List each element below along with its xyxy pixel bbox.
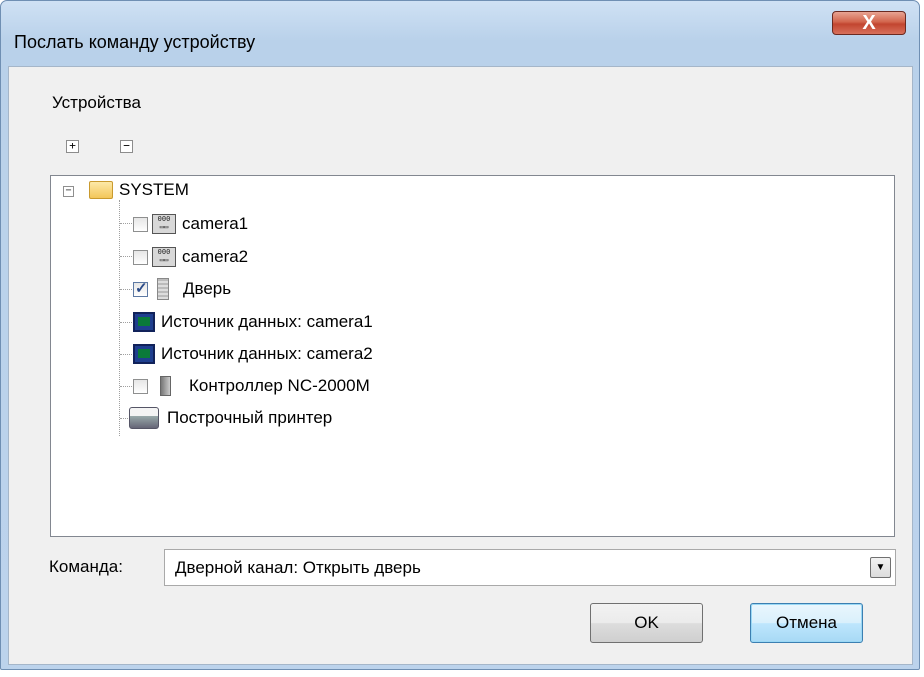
printer-icon [129,407,159,429]
tree-connector-line [119,200,120,436]
collapse-all-button[interactable]: − [120,140,133,153]
tree-connector-line [120,322,132,323]
tree-node-door[interactable]: Дверь [133,278,231,300]
tree-node-data-source-camera2[interactable]: Источник данных: camera2 [133,343,373,365]
tree-node-camera1[interactable]: 000 ▭▭ camera1 [133,213,248,235]
door-checkbox[interactable] [133,279,148,297]
tree-node-label: Построчный принтер [167,408,333,427]
command-label: Команда: [49,557,123,576]
tree-node-label: camera2 [182,247,249,266]
camera2-checkbox[interactable] [133,249,148,265]
tree-node-controller[interactable]: Контроллер NC-2000M [133,375,370,397]
camera-device-icon: 000 ▭▭ [152,247,176,267]
tree-node-printer[interactable]: Построчный принтер [129,407,332,429]
tree-node-label: camera1 [182,214,249,233]
tree-node-label: Источник данных: camera2 [161,344,373,363]
tree-connector-line [120,223,132,224]
camera1-checkbox[interactable] [133,216,148,232]
command-select[interactable]: Дверной канал: Открыть дверь ▼ [164,549,896,586]
folder-icon [89,181,113,199]
expand-all-button[interactable]: + [66,140,79,153]
tree-node-data-source-camera1[interactable]: Источник данных: camera1 [133,311,373,333]
controller-icon [160,376,171,396]
tree-connector-line [120,354,132,355]
ok-button[interactable]: OK [590,603,703,643]
window-title: Послать команду устройству [14,32,256,52]
data-source-icon [133,312,155,332]
tree-node-label: Дверь [183,279,232,298]
camera-device-icon: 000 ▭▭ [152,214,176,234]
tree-node-system[interactable]: SYSTEM [89,179,189,201]
tree-node-camera2[interactable]: 000 ▭▭ camera2 [133,246,248,268]
command-selected-value: Дверной канал: Открыть дверь [175,558,421,577]
tree-connector-line [120,289,132,290]
close-button[interactable]: X [832,11,906,35]
tree-node-label: Контроллер NC-2000M [189,376,370,395]
tree-connector-line [120,386,132,387]
collapse-toggle-icon[interactable]: − [63,186,74,197]
tree-connector-line [120,256,132,257]
tree-node-label: Источник данных: camera1 [161,312,373,331]
chevron-down-icon[interactable]: ▼ [870,557,891,578]
data-source-icon [133,344,155,364]
tree-node-label: SYSTEM [119,180,189,199]
controller-checkbox[interactable] [133,378,148,394]
door-icon [157,278,169,300]
device-tree[interactable]: − SYSTEM 000▭▭ camera1 000▭▭ camera2 Две… [50,175,895,537]
devices-group-label: Устройства [52,93,141,112]
cancel-button[interactable]: Отмена [750,603,863,643]
